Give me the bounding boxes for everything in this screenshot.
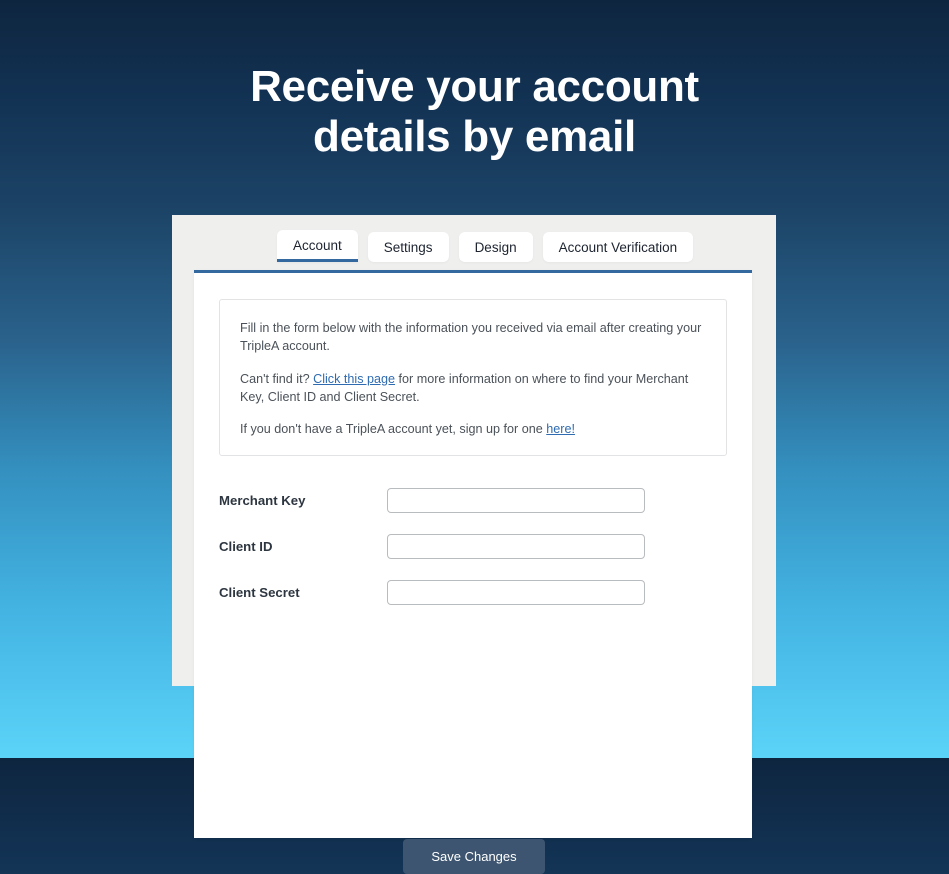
client-id-label: Client ID bbox=[219, 539, 273, 555]
info-text-2-before: Can't find it? bbox=[240, 371, 314, 386]
page-title: Receive your account details by email bbox=[250, 62, 699, 161]
form-row-client-id: Client ID bbox=[219, 534, 727, 560]
save-changes-button[interactable]: Save Changes bbox=[403, 839, 545, 874]
info-paragraph-1: Fill in the form below with the informat… bbox=[240, 321, 702, 354]
tab-account-verification[interactable]: Account Verification bbox=[542, 231, 694, 262]
merchant-key-input[interactable] bbox=[387, 488, 645, 514]
info-paragraph-2: Can't find it? Click this page for more … bbox=[240, 370, 706, 407]
account-form: Merchant Key Client ID Client Secret bbox=[219, 456, 727, 606]
client-secret-label: Client Secret bbox=[219, 585, 300, 601]
tab-account[interactable]: Account bbox=[277, 229, 358, 262]
click-this-page-link[interactable]: Click this page bbox=[313, 372, 395, 386]
panel-content: Fill in the form below with the informat… bbox=[194, 273, 752, 606]
tab-design[interactable]: Design bbox=[458, 231, 533, 262]
tab-bar: Account Settings Design Account Verifica… bbox=[172, 215, 776, 262]
tab-settings[interactable]: Settings bbox=[367, 231, 449, 262]
info-box: Fill in the form below with the informat… bbox=[219, 299, 727, 457]
settings-card: Account Settings Design Account Verifica… bbox=[172, 215, 776, 874]
account-panel: Fill in the form below with the informat… bbox=[194, 270, 752, 838]
card-footer: Save Changes bbox=[172, 839, 776, 874]
page-root: Receive your account details by email Ac… bbox=[0, 0, 949, 874]
form-row-merchant-key: Merchant Key bbox=[219, 488, 727, 514]
client-secret-input[interactable] bbox=[387, 580, 645, 606]
client-id-input[interactable] bbox=[387, 534, 645, 560]
merchant-key-label: Merchant Key bbox=[219, 493, 306, 509]
form-row-client-secret: Client Secret bbox=[219, 580, 727, 606]
info-text-3-before: If you don't have a TripleA account yet,… bbox=[240, 422, 547, 436]
hero-section: Receive your account details by email bbox=[0, 0, 949, 161]
signup-here-link[interactable]: here! bbox=[546, 422, 575, 436]
info-paragraph-3: If you don't have a TripleA account yet,… bbox=[240, 420, 706, 438]
